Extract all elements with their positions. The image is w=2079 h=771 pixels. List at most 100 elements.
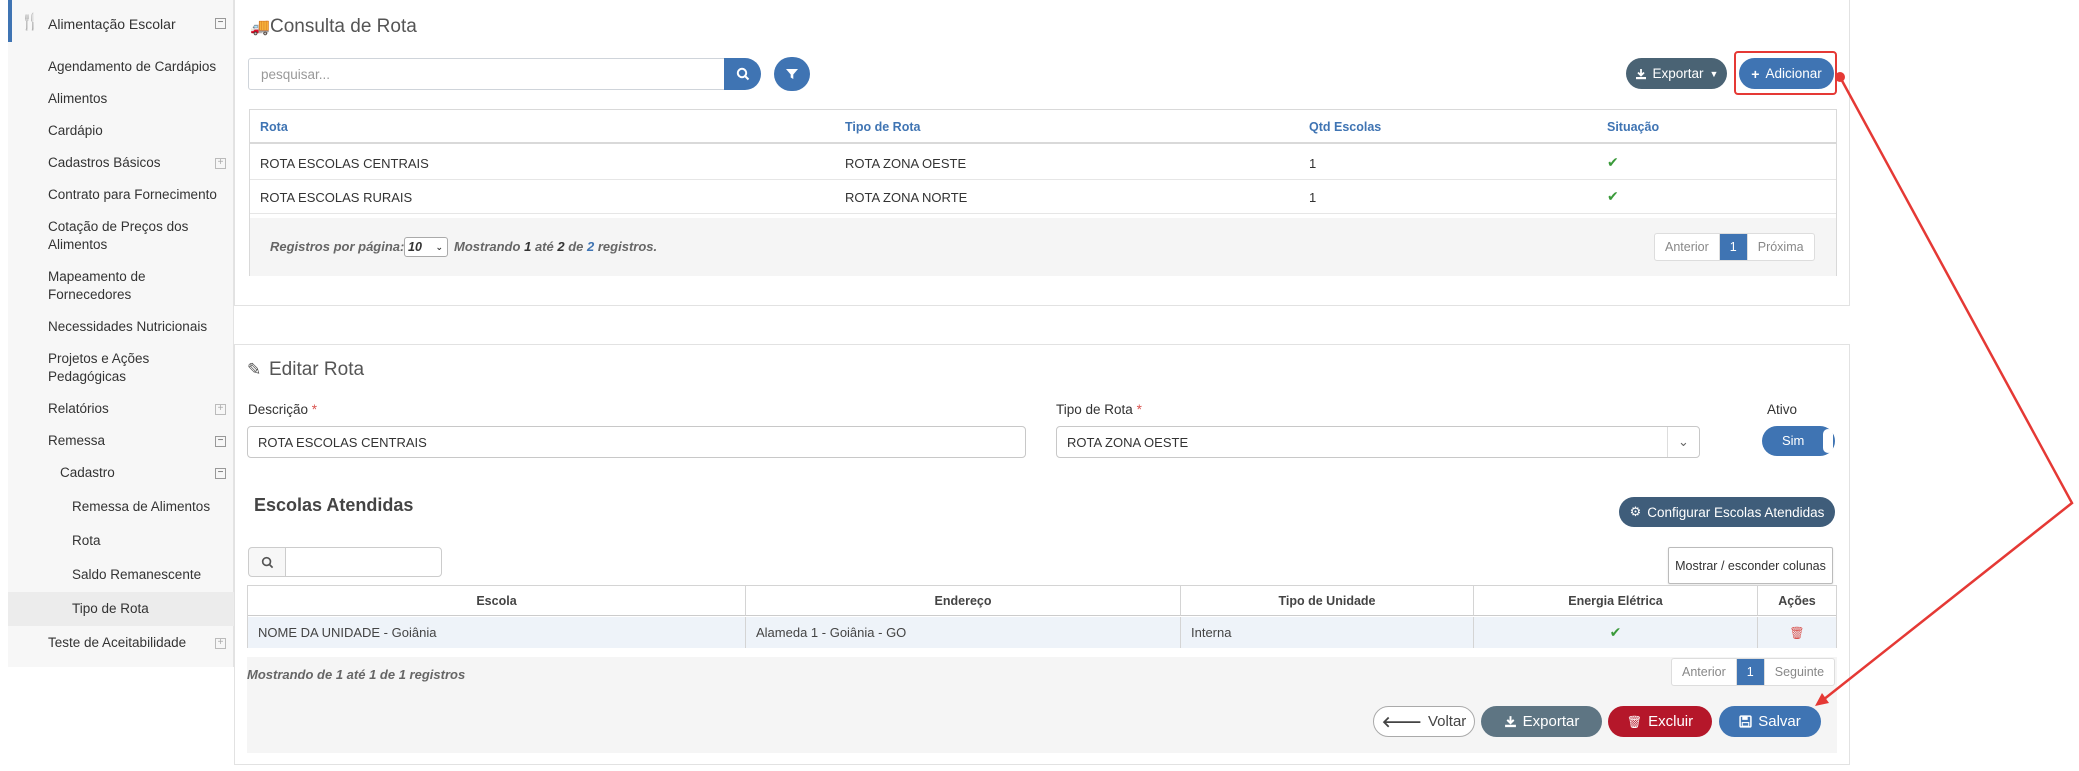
per-page-value: 10 bbox=[408, 240, 422, 254]
ativo-toggle-label: Sim bbox=[1782, 433, 1805, 448]
col-header-rota[interactable]: Rota bbox=[260, 120, 288, 134]
cell-tipo: ROTA ZONA OESTE bbox=[845, 156, 967, 171]
sidebar-item-mapeamento[interactable]: Mapeamento de Fornecedores bbox=[8, 268, 234, 306]
section-title: Escolas Atendidas bbox=[248, 495, 420, 525]
consulta-title-text: Consulta de Rota bbox=[270, 16, 417, 37]
sidebar: 🍴 Alimentação Escolar − Agendamento de C… bbox=[8, 0, 234, 667]
table-row[interactable]: ROTA ESCOLAS CENTRAIS ROTA ZONA OESTE 1 … bbox=[250, 146, 1836, 180]
configurar-escolas-button[interactable]: ⚙ Configurar Escolas Atendidas bbox=[1619, 497, 1835, 527]
sidebar-item-label-2: Pedagógicas bbox=[48, 369, 127, 384]
per-page-select[interactable]: 10 ⌄ bbox=[404, 237, 448, 257]
sidebar-item-tipo-rota[interactable]: Tipo de Rota bbox=[8, 592, 234, 626]
voltar-button[interactable]: 🡐 Voltar bbox=[1373, 706, 1475, 737]
col-header-escola[interactable]: Escola bbox=[248, 586, 746, 616]
col-header-energia[interactable]: Energia Elétrica bbox=[1474, 586, 1758, 616]
collapse-icon[interactable]: − bbox=[215, 436, 226, 447]
rotas-table: Rota Tipo de Rota Qtd Escolas Situação R… bbox=[249, 109, 1837, 276]
col-header-qtd[interactable]: Qtd Escolas bbox=[1309, 120, 1381, 134]
escolas-records-summary: Mostrando de 1 até 1 de 1 registros bbox=[247, 667, 466, 682]
sidebar-item-saldo[interactable]: Saldo Remanescente bbox=[8, 566, 234, 586]
expand-icon[interactable]: + bbox=[215, 158, 226, 169]
sidebar-item-teste[interactable]: Teste de Aceitabilidade + bbox=[8, 634, 234, 654]
table-search-input[interactable] bbox=[285, 547, 442, 577]
sidebar-item-label: Remessa bbox=[48, 433, 106, 448]
salvar-label: Salvar bbox=[1758, 713, 1801, 730]
exportar-label: Exportar bbox=[1522, 713, 1580, 730]
to-word: até bbox=[534, 239, 554, 254]
col-header-acoes[interactable]: Ações bbox=[1758, 586, 1836, 616]
salvar-button[interactable]: Salvar bbox=[1719, 706, 1821, 737]
sidebar-item-necessidades[interactable]: Necessidades Nutricionais bbox=[8, 318, 234, 338]
col-header-situacao[interactable]: Situação bbox=[1607, 120, 1659, 134]
filter-button[interactable] bbox=[774, 57, 810, 91]
configurar-label: Configurar Escolas Atendidas bbox=[1647, 504, 1825, 520]
cell-energia: ✔ bbox=[1474, 617, 1758, 648]
per-page-label: Registros por página: bbox=[270, 239, 405, 254]
pager-page-1[interactable]: 1 bbox=[1736, 659, 1765, 685]
sidebar-item-cadastros-basicos[interactable]: Cadastros Básicos + bbox=[8, 154, 234, 174]
sidebar-item-contrato[interactable]: Contrato para Fornecimento bbox=[8, 186, 234, 206]
tipo-rota-value: ROTA ZONA OESTE bbox=[1067, 435, 1189, 450]
sidebar-item-label: Cotação de Preços dos bbox=[48, 219, 189, 234]
sidebar-item-relatorios[interactable]: Relatórios + bbox=[8, 400, 234, 420]
cell-rota: ROTA ESCOLAS CENTRAIS bbox=[260, 156, 429, 171]
col-header-tipo-unidade[interactable]: Tipo de Unidade bbox=[1181, 586, 1474, 616]
sidebar-header-label: Alimentação Escolar bbox=[48, 16, 176, 32]
check-icon: ✔ bbox=[1607, 154, 1619, 170]
arrow-left-icon: 🡐 bbox=[1381, 714, 1422, 731]
pager-prev[interactable]: Anterior bbox=[1672, 659, 1737, 685]
descricao-label-text: Descrição bbox=[248, 402, 309, 417]
export-dropdown-button[interactable]: Exportar ▼ bbox=[1626, 58, 1727, 89]
table-row[interactable]: ROTA ESCOLAS RURAIS ROTA ZONA NORTE 1 ✔ bbox=[250, 180, 1836, 214]
cell-escola: NOME DA UNIDADE - Goiânia bbox=[248, 617, 746, 648]
sidebar-item-projetos[interactable]: Projetos e Ações Pedagógicas bbox=[8, 350, 234, 388]
search-button[interactable] bbox=[724, 58, 761, 90]
escolas-table: Escola Endereço Tipo de Unidade Energia … bbox=[247, 585, 1837, 648]
check-icon: ✔ bbox=[1607, 188, 1619, 204]
ativo-toggle[interactable]: Sim bbox=[1762, 426, 1835, 456]
annotation-highlight-box bbox=[1734, 51, 1837, 95]
pager-next[interactable]: Seguinte bbox=[1765, 659, 1834, 685]
sidebar-item-rota[interactable]: Rota bbox=[8, 532, 234, 552]
total-number: 2 bbox=[587, 239, 595, 254]
sidebar-header[interactable]: 🍴 Alimentação Escolar − bbox=[8, 8, 234, 40]
sidebar-item-label: Cadastros Básicos bbox=[48, 155, 161, 170]
col-header-endereco[interactable]: Endereço bbox=[746, 586, 1181, 616]
sidebar-item-label: Cadastro bbox=[60, 465, 115, 480]
pager-next[interactable]: Próxima bbox=[1748, 234, 1814, 260]
escolas-pagination: Anterior 1 Seguinte bbox=[1671, 658, 1836, 686]
sidebar-item-label: Relatórios bbox=[48, 401, 109, 416]
tipo-rota-select[interactable]: ROTA ZONA OESTE ⌄ bbox=[1056, 426, 1700, 458]
cell-tipo: ROTA ZONA NORTE bbox=[845, 190, 968, 205]
sidebar-item-cadastro[interactable]: Cadastro − bbox=[8, 464, 234, 484]
truck-icon: 🚚 bbox=[250, 19, 270, 36]
descricao-input[interactable] bbox=[247, 426, 1026, 458]
chevron-down-icon: ⌄ bbox=[435, 242, 443, 252]
trash-icon: 🗑 bbox=[1626, 714, 1643, 729]
sidebar-item-label: Contrato para Fornecimento bbox=[48, 187, 217, 202]
sidebar-item-remessa-alimentos[interactable]: Remessa de Alimentos bbox=[8, 498, 234, 518]
consulta-title: 🚚Consulta de Rota bbox=[250, 16, 417, 38]
sidebar-item-remessa[interactable]: Remessa − bbox=[8, 432, 234, 452]
caret-down-icon: ▼ bbox=[1709, 68, 1719, 79]
expand-icon[interactable]: + bbox=[215, 404, 226, 415]
expand-icon[interactable]: + bbox=[215, 638, 226, 649]
sidebar-item-alimentos[interactable]: Alimentos bbox=[8, 90, 234, 110]
sidebar-item-agendamento[interactable]: Agendamento de Cardápios bbox=[8, 58, 234, 78]
columns-toggle-button[interactable]: Mostrar / esconder colunas bbox=[1668, 547, 1833, 584]
col-header-tipo[interactable]: Tipo de Rota bbox=[845, 120, 920, 134]
collapse-icon[interactable]: − bbox=[215, 468, 226, 479]
excluir-button[interactable]: 🗑 Excluir bbox=[1608, 706, 1712, 737]
download-icon bbox=[1504, 716, 1516, 728]
records-word: registros. bbox=[597, 239, 658, 254]
search-input[interactable] bbox=[248, 58, 725, 90]
exportar-button[interactable]: Exportar bbox=[1481, 706, 1602, 737]
sidebar-item-cardapio[interactable]: Cardápio bbox=[8, 122, 234, 142]
pager-prev[interactable]: Anterior bbox=[1655, 234, 1720, 260]
trash-icon[interactable]: 🗑 bbox=[1789, 626, 1804, 640]
collapse-icon[interactable]: − bbox=[215, 18, 226, 29]
of-word: de bbox=[568, 239, 584, 254]
edit-icon: ✎ bbox=[247, 360, 262, 379]
pager-page-1[interactable]: 1 bbox=[1719, 234, 1748, 260]
sidebar-item-cotacao[interactable]: Cotação de Preços dos Alimentos bbox=[8, 218, 234, 256]
